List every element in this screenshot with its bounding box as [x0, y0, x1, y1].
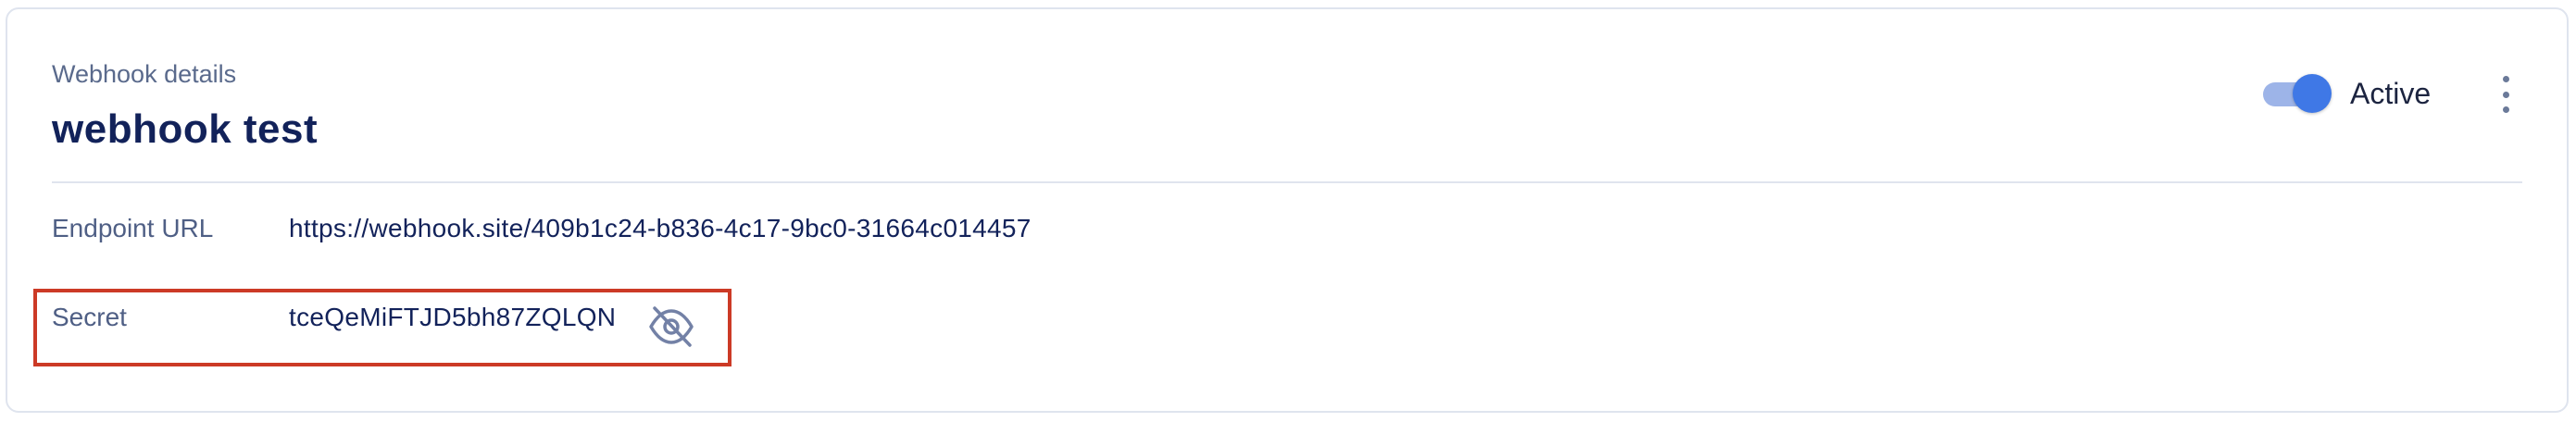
- active-toggle[interactable]: Active: [2263, 74, 2431, 113]
- more-dot: [2502, 76, 2509, 82]
- webhook-details-card: Webhook details webhook test Active Endp…: [6, 7, 2569, 413]
- card-eyebrow: Webhook details: [52, 60, 237, 88]
- endpoint-url-label: Endpoint URL: [52, 214, 214, 242]
- divider: [52, 181, 2522, 183]
- secret-highlight-box: [33, 289, 732, 366]
- toggle-switch[interactable]: [2263, 74, 2332, 113]
- page-title: webhook test: [52, 106, 319, 152]
- endpoint-url-value: https://webhook.site/409b1c24-b836-4c17-…: [289, 214, 1032, 242]
- more-dot: [2502, 106, 2509, 113]
- status-label: Active: [2350, 77, 2432, 110]
- toggle-knob: [2293, 74, 2332, 113]
- more-dot: [2502, 91, 2509, 98]
- more-vertical-icon[interactable]: [2493, 76, 2519, 113]
